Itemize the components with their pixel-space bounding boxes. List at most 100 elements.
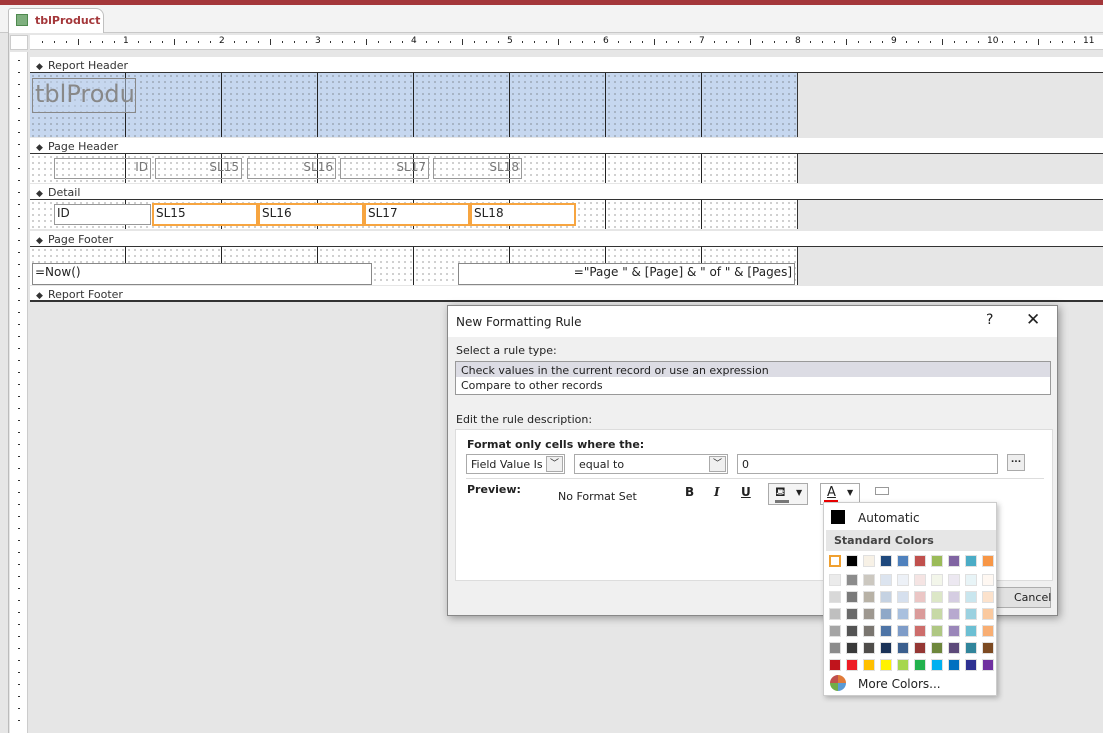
- color-swatch[interactable]: [931, 625, 943, 637]
- color-swatch[interactable]: [863, 659, 875, 671]
- color-swatch[interactable]: [931, 574, 943, 586]
- rule-type-item[interactable]: Compare to other records: [456, 377, 1050, 392]
- color-swatch[interactable]: [897, 591, 909, 603]
- color-swatch[interactable]: [829, 608, 841, 620]
- color-swatch[interactable]: [914, 591, 926, 603]
- color-swatch[interactable]: [948, 625, 960, 637]
- color-swatch[interactable]: [982, 659, 994, 671]
- section-bar-report-header[interactable]: ◆ Report Header: [30, 57, 1103, 73]
- color-swatch[interactable]: [863, 555, 875, 567]
- color-swatch[interactable]: [880, 642, 892, 654]
- expression-builder-button[interactable]: ...: [1007, 454, 1025, 471]
- color-swatch[interactable]: [931, 608, 943, 620]
- color-swatch[interactable]: [965, 608, 977, 620]
- color-swatch[interactable]: [829, 574, 841, 586]
- color-swatch[interactable]: [846, 625, 858, 637]
- color-swatch[interactable]: [965, 659, 977, 671]
- header-label-id[interactable]: ID: [54, 158, 151, 179]
- rule-type-item[interactable]: Check values in the current record or us…: [456, 362, 1050, 377]
- color-swatch[interactable]: [863, 625, 875, 637]
- field-sl16[interactable]: SL16: [258, 203, 364, 226]
- color-swatch[interactable]: [846, 659, 858, 671]
- dialog-title-bar[interactable]: New Formatting Rule ? ✕: [448, 306, 1057, 337]
- color-swatch[interactable]: [931, 591, 943, 603]
- fill-color-button[interactable]: ⛾ ▼: [768, 483, 808, 505]
- color-swatch[interactable]: [931, 642, 943, 654]
- color-swatch[interactable]: [880, 659, 892, 671]
- color-swatch[interactable]: [914, 574, 926, 586]
- color-swatch[interactable]: [829, 591, 841, 603]
- color-swatch[interactable]: [948, 608, 960, 620]
- page-footer-section[interactable]: =Now() ="Page " & [Page] & " of " & [Pag…: [30, 247, 798, 285]
- color-swatch[interactable]: [846, 608, 858, 620]
- report-title-label[interactable]: tblProduct: [32, 78, 136, 113]
- color-swatch[interactable]: [982, 608, 994, 620]
- color-swatch[interactable]: [897, 574, 909, 586]
- color-swatch[interactable]: [965, 555, 977, 567]
- color-swatch[interactable]: [897, 642, 909, 654]
- color-swatch[interactable]: [897, 608, 909, 620]
- header-label-sl18[interactable]: SL18: [433, 158, 522, 179]
- page-number-textbox[interactable]: ="Page " & [Page] & " of " & [Pages]: [458, 263, 795, 285]
- color-swatch[interactable]: [846, 642, 858, 654]
- rule-type-list[interactable]: Check values in the current record or us…: [455, 361, 1051, 395]
- more-colors-option[interactable]: More Colors...: [858, 677, 941, 691]
- header-label-sl16[interactable]: SL16: [247, 158, 336, 179]
- help-icon[interactable]: ?: [986, 312, 993, 328]
- header-label-sl15[interactable]: SL15: [155, 158, 242, 179]
- value-input[interactable]: 0: [737, 454, 998, 474]
- color-swatch[interactable]: [829, 625, 841, 637]
- color-swatch[interactable]: [880, 555, 892, 567]
- color-swatch[interactable]: [880, 625, 892, 637]
- field-sl18[interactable]: SL18: [470, 203, 576, 226]
- color-swatch[interactable]: [965, 574, 977, 586]
- header-label-sl17[interactable]: SL17: [340, 158, 429, 179]
- color-swatch[interactable]: [965, 625, 977, 637]
- color-swatch[interactable]: [948, 642, 960, 654]
- underline-button[interactable]: U: [741, 485, 751, 499]
- color-swatch[interactable]: [931, 555, 943, 567]
- color-swatch[interactable]: [897, 555, 909, 567]
- color-swatch[interactable]: [982, 574, 994, 586]
- automatic-color-swatch[interactable]: [831, 510, 845, 524]
- close-icon[interactable]: ✕: [1026, 310, 1040, 330]
- operator-combo[interactable]: equal to ﹀: [574, 454, 728, 474]
- chevron-down-icon[interactable]: ﹀: [709, 456, 726, 472]
- color-swatch[interactable]: [829, 555, 841, 567]
- vertical-ruler[interactable]: [10, 52, 28, 733]
- section-bar-page-header[interactable]: ◆ Page Header: [30, 138, 1103, 154]
- document-tab-tblproduct[interactable]: tblProduct: [8, 8, 104, 33]
- color-swatch[interactable]: [897, 659, 909, 671]
- bold-button[interactable]: B: [685, 485, 694, 499]
- color-swatch[interactable]: [863, 608, 875, 620]
- report-header-section[interactable]: tblProduct: [30, 73, 798, 137]
- automatic-color-option[interactable]: Automatic: [858, 511, 920, 525]
- color-swatch[interactable]: [948, 555, 960, 567]
- color-swatch[interactable]: [965, 591, 977, 603]
- report-selector[interactable]: [10, 35, 28, 50]
- color-swatch[interactable]: [948, 659, 960, 671]
- section-bar-page-footer[interactable]: ◆ Page Footer: [30, 231, 1103, 247]
- color-swatch[interactable]: [914, 625, 926, 637]
- color-swatch[interactable]: [897, 625, 909, 637]
- color-swatch[interactable]: [982, 642, 994, 654]
- page-header-section[interactable]: ID SL15 SL16 SL17 SL18: [30, 154, 798, 183]
- color-swatch[interactable]: [931, 659, 943, 671]
- color-swatch[interactable]: [880, 608, 892, 620]
- color-swatch[interactable]: [914, 659, 926, 671]
- color-swatch[interactable]: [982, 555, 994, 567]
- date-textbox[interactable]: =Now(): [32, 263, 372, 285]
- italic-button[interactable]: I: [714, 485, 720, 499]
- color-swatch[interactable]: [948, 574, 960, 586]
- color-swatch[interactable]: [948, 591, 960, 603]
- color-swatch[interactable]: [914, 608, 926, 620]
- section-bar-report-footer[interactable]: ◆ Report Footer: [30, 286, 1103, 302]
- horizontal-ruler[interactable]: 1 2 3 4 5 6 7 8 9 10 11: [30, 35, 1103, 50]
- detail-section[interactable]: ID SL15 SL16 SL17 SL18: [30, 200, 798, 229]
- color-swatch[interactable]: [914, 555, 926, 567]
- color-swatch[interactable]: [846, 591, 858, 603]
- color-swatch[interactable]: [982, 625, 994, 637]
- color-swatch[interactable]: [914, 642, 926, 654]
- field-sl17[interactable]: SL17: [364, 203, 470, 226]
- color-swatch[interactable]: [829, 659, 841, 671]
